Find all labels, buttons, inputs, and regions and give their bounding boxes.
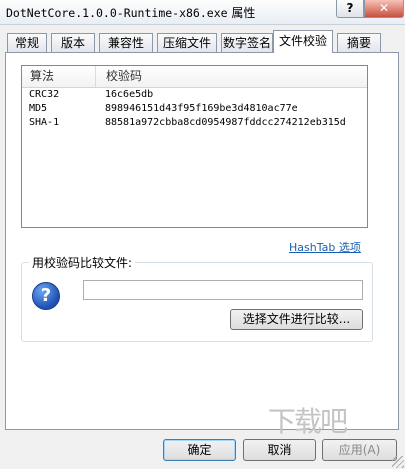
ok-button[interactable]: 确定 <box>163 439 236 461</box>
apply-button[interactable]: 应用(A) <box>322 439 397 461</box>
title-suffix: 属性 <box>231 6 256 20</box>
cancel-button[interactable]: 取消 <box>243 439 316 461</box>
tab-general[interactable]: 常规 <box>7 33 47 52</box>
column-hash[interactable]: 校验码 <box>98 66 366 87</box>
tab-file-hash[interactable]: 文件校验 <box>273 30 333 53</box>
help-button[interactable]: ? <box>336 0 364 18</box>
algorithm-name: SHA-1 <box>29 117 60 128</box>
title-filename: DotNetCore.1.0.0-Runtime-x86.exe <box>6 6 228 20</box>
select-file-compare-button[interactable]: 选择文件进行比较... <box>230 309 363 330</box>
tab-version[interactable]: 版本 <box>51 33 95 52</box>
hash-value: 16c6e5db <box>105 89 154 100</box>
window-title: DotNetCore.1.0.0-Runtime-x86.exe 属性 <box>6 4 255 21</box>
algorithm-name: MD5 <box>29 103 48 114</box>
hash-list[interactable]: 算法 校验码 CRC32 16c6e5db MD5 898946151d43f9… <box>21 65 368 228</box>
watermark: 下载吧 <box>268 405 348 438</box>
column-algorithm[interactable]: 算法 <box>22 66 96 87</box>
algorithm-name: CRC32 <box>29 89 60 100</box>
hash-value: 88581a972cbba8cd0954987fddcc274212eb315d <box>105 117 346 128</box>
resize-grip-icon[interactable] <box>392 456 404 468</box>
tab-summary[interactable]: 摘要 <box>337 33 381 52</box>
tab-digital-signature[interactable]: 数字签名 <box>221 33 273 52</box>
hash-value: 898946151d43f95f169be3d4810ac77e <box>105 103 298 114</box>
compare-label: 用校验码比较文件: <box>29 254 136 271</box>
title-bar: DotNetCore.1.0.0-Runtime-x86.exe 属性 ? ✕ <box>0 0 405 25</box>
hash-compare-input[interactable] <box>83 280 363 300</box>
tab-archive[interactable]: 压缩文件 <box>157 33 217 52</box>
list-header: 算法 校验码 <box>22 66 367 88</box>
list-item[interactable]: CRC32 16c6e5db <box>22 88 367 102</box>
list-item[interactable]: MD5 898946151d43f95f169be3d4810ac77e <box>22 102 367 116</box>
question-icon: ? <box>32 282 60 310</box>
compare-group <box>21 262 373 342</box>
tab-compatibility[interactable]: 兼容性 <box>99 33 153 52</box>
close-button[interactable]: ✕ <box>364 0 404 18</box>
hashtab-options-link[interactable]: HashTab 选项 <box>289 239 361 255</box>
list-item[interactable]: SHA-1 88581a972cbba8cd0954987fddcc274212… <box>22 116 367 130</box>
